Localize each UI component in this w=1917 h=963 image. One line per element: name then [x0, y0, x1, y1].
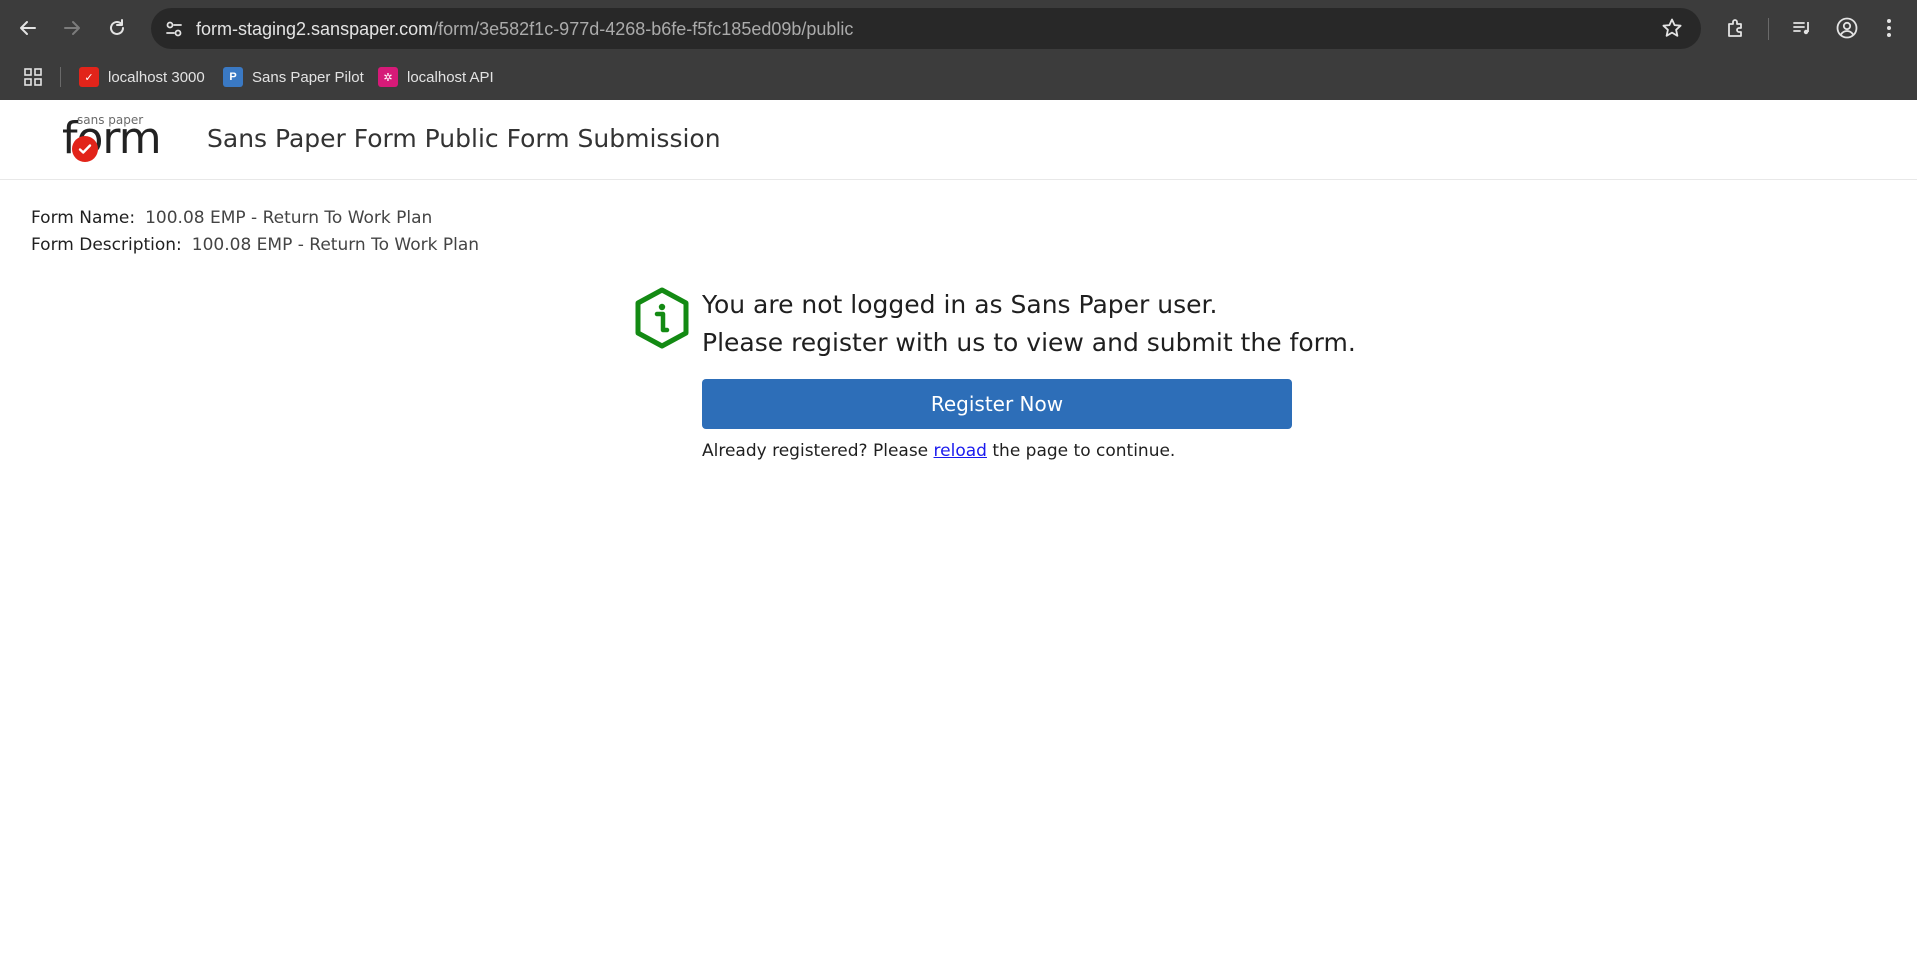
- address-bar[interactable]: form-staging2.sanspaper.com/form/3e582f1…: [151, 8, 1701, 49]
- account-icon: [1836, 17, 1858, 39]
- sans-paper-form-logo: sans paper form: [60, 113, 168, 162]
- puzzle-icon: [1728, 19, 1742, 37]
- page-title: Sans Paper Form Public Form Submission: [207, 124, 721, 153]
- form-description-row: Form Description: 100.08 EMP - Return To …: [31, 235, 479, 255]
- tune-icon: [165, 21, 182, 36]
- already-suffix: the page to continue.: [986, 441, 1176, 461]
- info-hexagon-icon: [635, 287, 689, 349]
- toolbar-divider: [1768, 18, 1769, 40]
- browser-chrome: form-staging2.sanspaper.com/form/3e582f1…: [0, 0, 1917, 100]
- media-controls-button[interactable]: [1788, 14, 1816, 42]
- bookmark-label: localhost 3000: [108, 68, 205, 86]
- url-path: /form/3e582f1c-977d-4268-b6fe-f5fc185ed0…: [433, 19, 854, 39]
- form-name-label: Form Name:: [31, 208, 136, 228]
- login-message: You are not logged in as Sans Paper user…: [702, 286, 1356, 362]
- page-content: sans paper form Sans Paper Form Public F…: [0, 100, 1917, 963]
- bookmark-star-icon[interactable]: [1661, 17, 1683, 39]
- bookmark-label: Sans Paper Pilot: [252, 68, 364, 86]
- site-info-button[interactable]: [158, 13, 189, 44]
- browser-menu-button[interactable]: [1875, 14, 1903, 42]
- bookmark-localhost-3000[interactable]: ✓ localhost 3000: [79, 64, 205, 90]
- already-prefix: Already registered? Please: [702, 441, 934, 461]
- reload-link[interactable]: reload: [934, 441, 987, 461]
- register-now-button[interactable]: Register Now: [702, 379, 1292, 429]
- form-name-row: Form Name: 100.08 EMP - Return To Work Pl…: [31, 208, 432, 228]
- form-name-value: 100.08 EMP - Return To Work Plan: [145, 208, 433, 228]
- apps-grid-icon[interactable]: [22, 66, 44, 88]
- pilot-p-icon: P: [223, 67, 243, 87]
- app-header: sans paper form Sans Paper Form Public F…: [0, 100, 1917, 180]
- bookmark-sans-paper-pilot[interactable]: P Sans Paper Pilot: [223, 64, 364, 90]
- back-arrow-icon: [20, 21, 36, 35]
- forward-arrow-icon: [64, 21, 80, 35]
- form-description-value: 100.08 EMP - Return To Work Plan: [191, 235, 480, 255]
- extensions-button[interactable]: [1722, 14, 1750, 42]
- reload-button[interactable]: [102, 13, 132, 43]
- reload-icon: [110, 19, 124, 35]
- bookmarks-divider: [60, 67, 61, 87]
- url-text[interactable]: form-staging2.sanspaper.com/form/3e582f1…: [196, 19, 853, 40]
- back-button[interactable]: [13, 13, 43, 43]
- bookmark-localhost-api[interactable]: ✲ localhost API: [378, 64, 494, 90]
- bookmarks-bar: ✓ localhost 3000 P Sans Paper Pilot ✲ lo…: [0, 58, 1917, 100]
- login-message-line1: You are not logged in as Sans Paper user…: [702, 290, 1218, 319]
- check-circle-icon: [72, 136, 98, 162]
- sanspaper-red-icon: ✓: [79, 67, 99, 87]
- playlist-icon: [1793, 22, 1809, 35]
- profile-button[interactable]: [1833, 14, 1861, 42]
- kebab-menu-icon: [1887, 19, 1891, 37]
- bookmark-label: localhost API: [407, 68, 494, 86]
- api-gear-icon: ✲: [378, 67, 398, 87]
- login-message-line2: Please register with us to view and subm…: [702, 328, 1356, 357]
- browser-toolbar: form-staging2.sanspaper.com/form/3e582f1…: [0, 0, 1917, 58]
- already-registered-text: Already registered? Please reload the pa…: [702, 441, 1175, 461]
- url-host: form-staging2.sanspaper.com: [196, 19, 434, 39]
- forward-button[interactable]: [57, 13, 87, 43]
- form-description-label: Form Description:: [31, 235, 182, 255]
